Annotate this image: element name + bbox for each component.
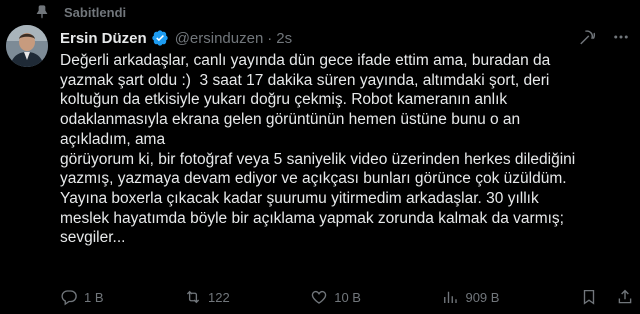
verified-badge-icon[interactable] xyxy=(151,29,169,47)
right-actions xyxy=(580,288,634,306)
share-icon xyxy=(616,288,634,306)
tweet-header: Ersin Düzen @ersinduzen · 2s xyxy=(60,28,630,48)
pinned-label: Sabitlendi xyxy=(64,4,127,20)
share-button[interactable] xyxy=(616,288,634,306)
retweet-count: 122 xyxy=(208,289,230,305)
like-icon xyxy=(310,288,328,306)
header-actions xyxy=(578,28,630,46)
bookmark-icon xyxy=(580,288,598,306)
grok-icon[interactable] xyxy=(578,28,596,46)
views-count: 909 B xyxy=(465,289,500,305)
tweet-text: Değerli arkadaşlar, canlı yayında dün ge… xyxy=(60,52,576,247)
author-name[interactable]: Ersin Düzen xyxy=(60,30,147,47)
bookmark-button[interactable] xyxy=(580,288,598,306)
reply-icon xyxy=(60,288,78,306)
views-button[interactable]: 909 B xyxy=(441,288,499,306)
views-icon xyxy=(441,288,459,306)
avatar[interactable] xyxy=(6,25,48,67)
separator-dot: · xyxy=(267,29,273,47)
timestamp[interactable]: 2s xyxy=(276,30,292,47)
tweet-actions: 1 B 122 10 B 909 B xyxy=(60,287,634,307)
author-handle[interactable]: @ersinduzen xyxy=(175,30,264,47)
pinned-indicator: Sabitlendi xyxy=(34,3,126,21)
like-button[interactable]: 10 B xyxy=(310,288,361,306)
retweet-icon xyxy=(184,288,202,306)
retweet-button[interactable]: 122 xyxy=(184,288,230,306)
reply-count: 1 B xyxy=(84,289,104,305)
like-count: 10 B xyxy=(334,289,361,305)
reply-button[interactable]: 1 B xyxy=(60,288,104,306)
pin-icon xyxy=(34,4,50,20)
more-icon[interactable] xyxy=(612,28,630,46)
